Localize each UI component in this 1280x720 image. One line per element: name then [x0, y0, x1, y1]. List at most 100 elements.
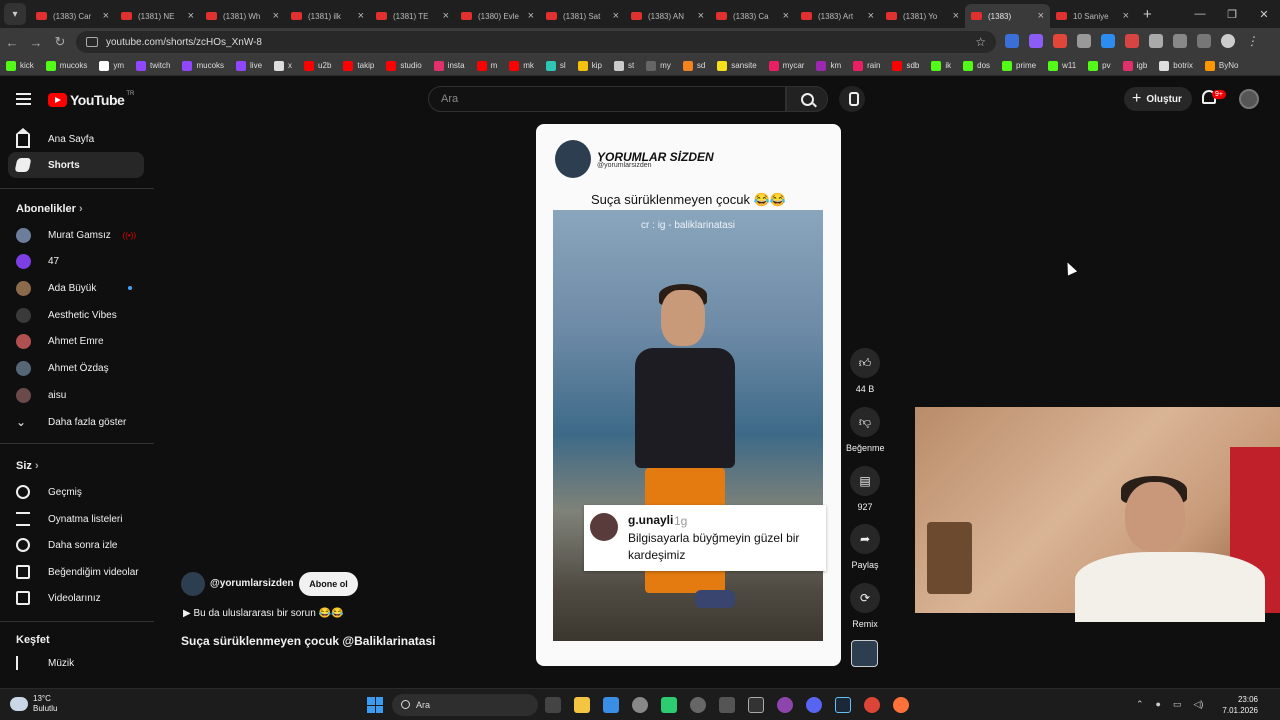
close-tab-icon[interactable]: × — [273, 10, 279, 22]
weather-widget[interactable]: 13°C Bulutlu — [10, 694, 57, 714]
extension-icon[interactable] — [1101, 34, 1115, 48]
bookmark-item[interactable]: takip — [343, 60, 374, 71]
extension-icon[interactable] — [1077, 34, 1091, 48]
bookmark-item[interactable]: u2b — [304, 60, 331, 71]
bookmark-item[interactable]: m — [476, 60, 497, 71]
close-window-button[interactable]: ✕ — [1248, 8, 1280, 21]
reload-button[interactable]: ↻ — [48, 34, 72, 50]
profile-avatar-icon[interactable] — [1221, 34, 1235, 48]
like-button[interactable]: 👍︎ 44 B — [846, 348, 884, 394]
url-bar[interactable]: youtube.com/shorts/zcHOs_XnW-8 ☆ — [76, 31, 996, 53]
channel-avatar[interactable] — [181, 572, 205, 596]
youtube-logo[interactable]: YouTube TR — [48, 91, 134, 108]
dislike-button[interactable]: 👎︎ Beğenme — [846, 407, 885, 453]
subscription-item[interactable]: Ada Büyük — [8, 275, 144, 301]
bookmark-item[interactable]: ym — [99, 60, 124, 71]
browser-tab[interactable]: (1381) ilk × — [285, 4, 370, 28]
close-tab-icon[interactable]: × — [1038, 10, 1044, 22]
account-avatar[interactable] — [1239, 89, 1259, 109]
sidebar-item-playlists[interactable]: Oynatma listeleri — [8, 506, 144, 532]
browser-tab[interactable]: (1383) × — [965, 4, 1050, 28]
sidebar-item-history[interactable]: Geçmiş — [8, 479, 144, 505]
browser-tab[interactable]: (1381) NE × — [115, 4, 200, 28]
channel-thumbnail[interactable] — [851, 640, 878, 667]
firefox-icon[interactable] — [893, 697, 909, 713]
close-tab-icon[interactable]: × — [953, 10, 959, 22]
close-tab-icon[interactable]: × — [1123, 10, 1129, 22]
browser-tab[interactable]: (1381) Sat × — [540, 4, 625, 28]
app-icon[interactable] — [719, 697, 735, 713]
subscribe-button[interactable]: Abone ol — [299, 572, 358, 596]
show-more-button[interactable]: ⌄ Daha fazla göster — [8, 409, 144, 435]
subscription-item[interactable]: aisu — [8, 382, 144, 408]
you-header[interactable]: Siz › — [16, 460, 39, 472]
bookmark-item[interactable]: mk — [509, 60, 534, 71]
browser-tab[interactable]: 10 Saniye × — [1050, 4, 1135, 28]
file-explorer-icon[interactable] — [574, 697, 590, 713]
chrome-icon[interactable] — [864, 697, 880, 713]
app-icon[interactable] — [748, 697, 764, 713]
close-tab-icon[interactable]: × — [613, 10, 619, 22]
bookmark-item[interactable]: mucoks — [182, 60, 224, 71]
taskbar-clock[interactable]: 23:06 7.01.2026 — [1212, 694, 1258, 716]
bookmark-item[interactable]: live — [236, 60, 262, 71]
video-description[interactable]: ▶ Bu da uluslararası bir sorun 😂😂 — [183, 608, 343, 619]
tab-search-button[interactable]: ▾ — [4, 3, 26, 25]
bookmark-item[interactable]: sansite — [717, 60, 757, 71]
browser-tab[interactable]: (1381) Yo × — [880, 4, 965, 28]
bookmark-item[interactable]: igb — [1122, 60, 1147, 71]
puzzle-icon[interactable] — [1173, 34, 1187, 48]
short-video-player[interactable]: YORUMLAR SİZDEN @yorumlarsizden Suça sür… — [536, 124, 841, 666]
bookmark-item[interactable]: kick — [6, 60, 34, 71]
subscription-item[interactable]: Murat Gamsız ((•)) — [8, 222, 144, 248]
close-tab-icon[interactable]: × — [358, 10, 364, 22]
bookmark-item[interactable]: botrix — [1159, 60, 1193, 71]
extension-icon[interactable] — [1125, 34, 1139, 48]
browser-tab[interactable]: (1383) Car × — [30, 4, 115, 28]
bookmark-item[interactable]: twitch — [136, 60, 170, 71]
bookmark-item[interactable]: ByNo — [1204, 60, 1238, 71]
video-title[interactable]: Suça sürüklenmeyen çocuk @Baliklarinatas… — [181, 634, 435, 648]
search-input[interactable]: Ara — [428, 86, 786, 112]
extension-icon[interactable] — [1149, 34, 1163, 48]
media-icon[interactable] — [1197, 34, 1211, 48]
subscription-item[interactable]: Ahmet Özdaş — [8, 356, 144, 382]
bookmark-item[interactable]: insta — [433, 60, 465, 71]
close-tab-icon[interactable]: × — [103, 10, 109, 22]
bookmark-item[interactable]: w11 — [1048, 60, 1076, 71]
bookmark-item[interactable]: sl — [545, 60, 566, 71]
bookmark-item[interactable]: studio — [386, 60, 422, 71]
share-button[interactable]: ➦ Paylaş — [846, 524, 884, 570]
bookmark-item[interactable]: pv — [1088, 60, 1111, 71]
close-tab-icon[interactable]: × — [188, 10, 194, 22]
close-tab-icon[interactable]: × — [698, 10, 704, 22]
subscription-item[interactable]: 47 — [8, 249, 144, 275]
close-tab-icon[interactable]: × — [528, 10, 534, 22]
subscription-item[interactable]: Aesthetic Vibes — [8, 302, 144, 328]
back-button[interactable]: ← — [0, 35, 24, 50]
create-button[interactable]: + Oluştur — [1124, 87, 1192, 111]
bookmark-item[interactable]: mycar — [768, 60, 804, 71]
app-icon[interactable] — [661, 697, 677, 713]
subscription-item[interactable]: Ahmet Emre — [8, 329, 144, 355]
bookmark-item[interactable]: mucoks — [45, 60, 87, 71]
comments-button[interactable]: ▤ 927 — [846, 466, 884, 512]
browser-tab[interactable]: (1383) Ca × — [710, 4, 795, 28]
settings-icon[interactable] — [632, 697, 648, 713]
voice-search-button[interactable] — [839, 86, 865, 112]
steam-icon[interactable] — [835, 697, 851, 713]
bookmark-item[interactable]: x — [274, 60, 292, 71]
forward-button[interactable]: → — [24, 35, 48, 50]
bookmark-item[interactable]: sd — [682, 60, 705, 71]
bookmark-item[interactable]: prime — [1002, 60, 1036, 71]
bookmark-item[interactable]: my — [646, 60, 671, 71]
close-tab-icon[interactable]: × — [443, 10, 449, 22]
browser-tab[interactable]: (1381) TE × — [370, 4, 455, 28]
taskbar-search[interactable]: Ara — [392, 694, 538, 716]
bookmark-item[interactable]: st — [613, 60, 634, 71]
browser-tab[interactable]: (1381) Wh × — [200, 4, 285, 28]
search-button[interactable] — [786, 86, 828, 112]
start-button[interactable] — [367, 697, 383, 713]
subscriptions-header[interactable]: Abonelikler › — [16, 203, 83, 215]
bookmark-item[interactable]: ik — [931, 60, 951, 71]
